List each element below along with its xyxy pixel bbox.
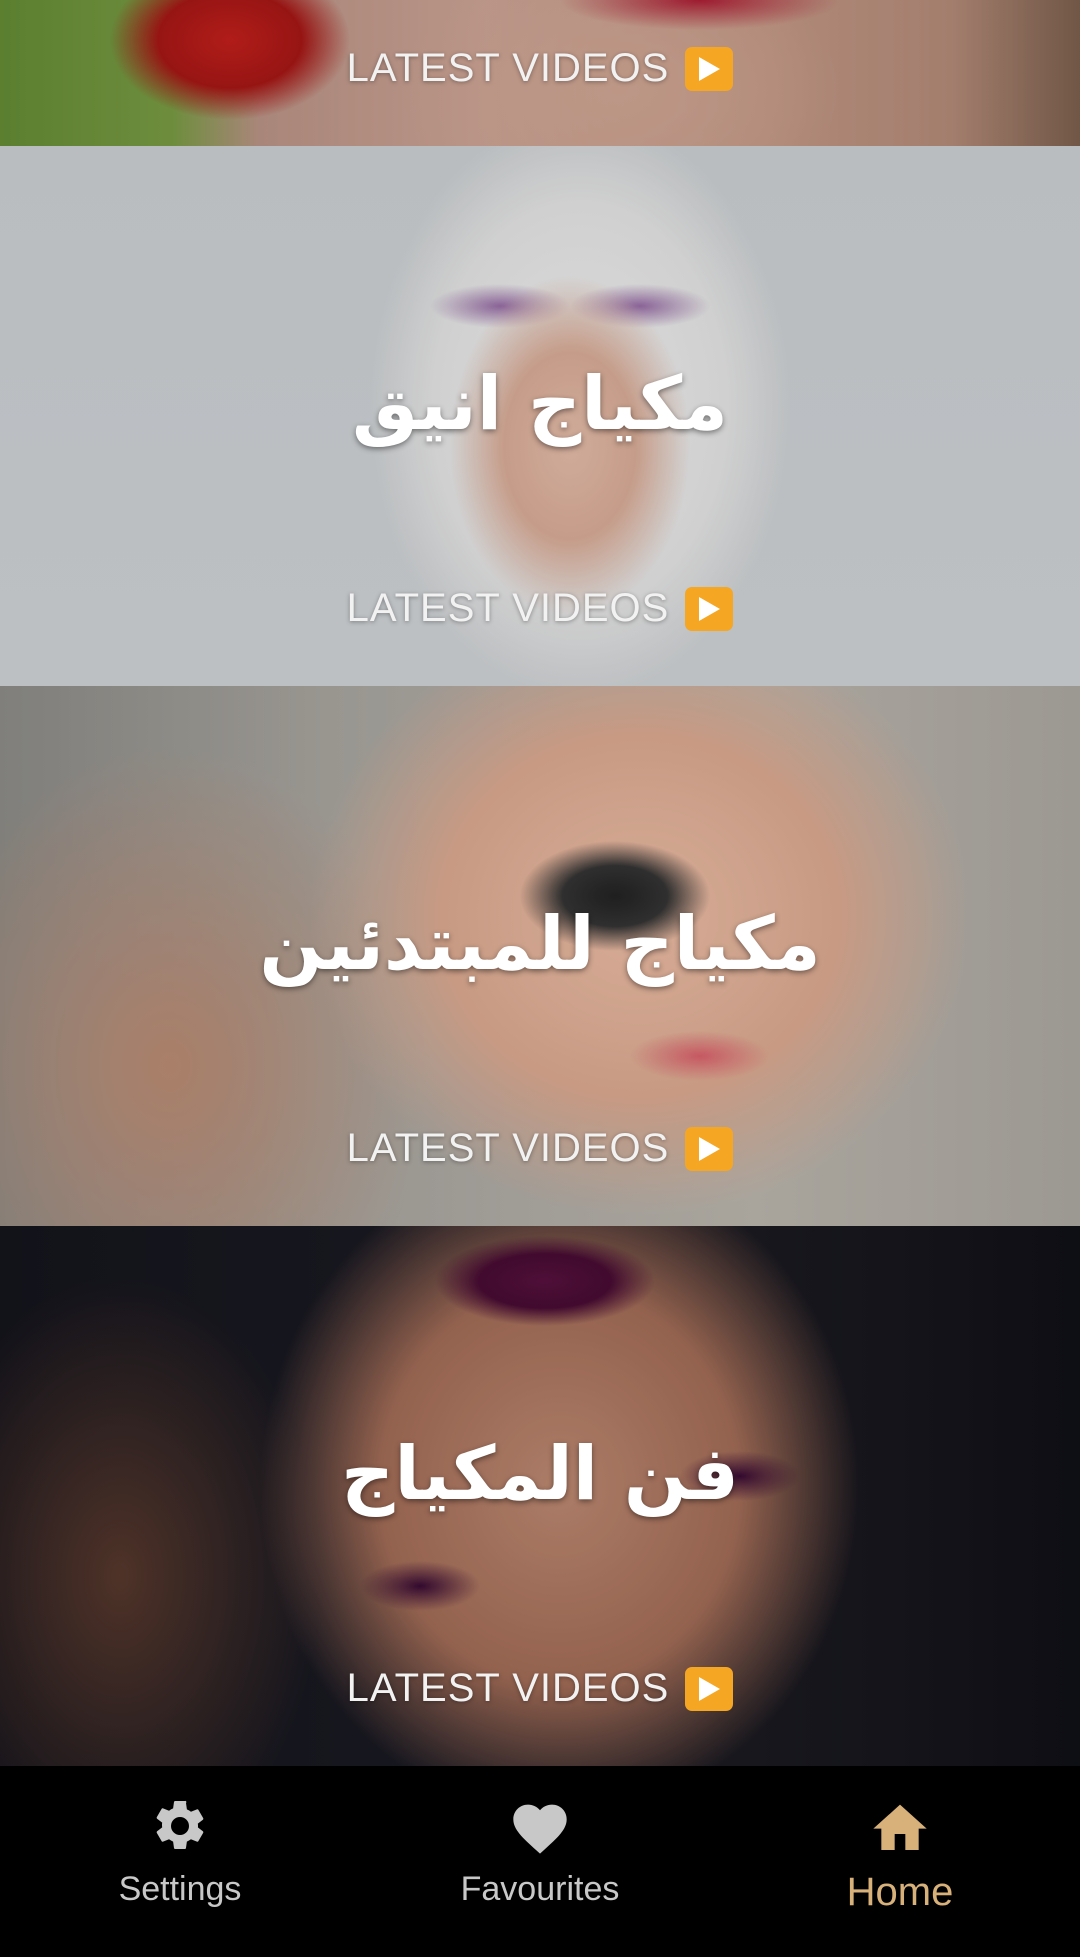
category-card-2[interactable]: مكياج انيق LATEST VIDEOS — [0, 146, 1080, 686]
nav-item-home[interactable]: Home — [720, 1766, 1080, 1957]
category-card-4[interactable]: فن المكياج LATEST VIDEOS — [0, 1226, 1080, 1766]
nav-label-home: Home — [846, 1870, 954, 1914]
category-title: فن المكياج — [341, 1431, 739, 1517]
play-button-icon — [685, 46, 734, 91]
play-button-icon — [685, 586, 734, 631]
home-icon — [868, 1794, 932, 1858]
category-card-1[interactable]: LATEST VIDEOS — [0, 0, 1080, 146]
latest-videos-button[interactable]: LATEST VIDEOS — [0, 1666, 1080, 1711]
video-category-feed[interactable]: LATEST VIDEOS مكياج انيق LATEST VIDEOS م… — [0, 0, 1080, 1766]
category-title: مكياج انيق — [352, 361, 728, 447]
category-title: مكياج للمبتدئين — [259, 901, 821, 987]
heart-icon — [508, 1794, 572, 1858]
nav-item-favourites[interactable]: Favourites — [360, 1766, 720, 1957]
latest-videos-label: LATEST VIDEOS — [346, 1126, 670, 1170]
latest-videos-button[interactable]: LATEST VIDEOS — [0, 586, 1080, 631]
category-card-3[interactable]: مكياج للمبتدئين LATEST VIDEOS — [0, 686, 1080, 1226]
gear-icon — [150, 1794, 210, 1858]
latest-videos-button[interactable]: LATEST VIDEOS — [0, 46, 1080, 91]
latest-videos-label: LATEST VIDEOS — [346, 46, 670, 90]
nav-label-favourites: Favourites — [460, 1870, 620, 1908]
play-button-icon — [685, 1666, 734, 1711]
nav-label-settings: Settings — [118, 1870, 242, 1908]
play-button-icon — [685, 1126, 734, 1171]
bottom-navigation: Settings Favourites Home — [0, 1766, 1080, 1957]
latest-videos-label: LATEST VIDEOS — [346, 1666, 670, 1710]
latest-videos-button[interactable]: LATEST VIDEOS — [0, 1126, 1080, 1171]
nav-item-settings[interactable]: Settings — [0, 1766, 360, 1957]
latest-videos-label: LATEST VIDEOS — [346, 586, 670, 630]
